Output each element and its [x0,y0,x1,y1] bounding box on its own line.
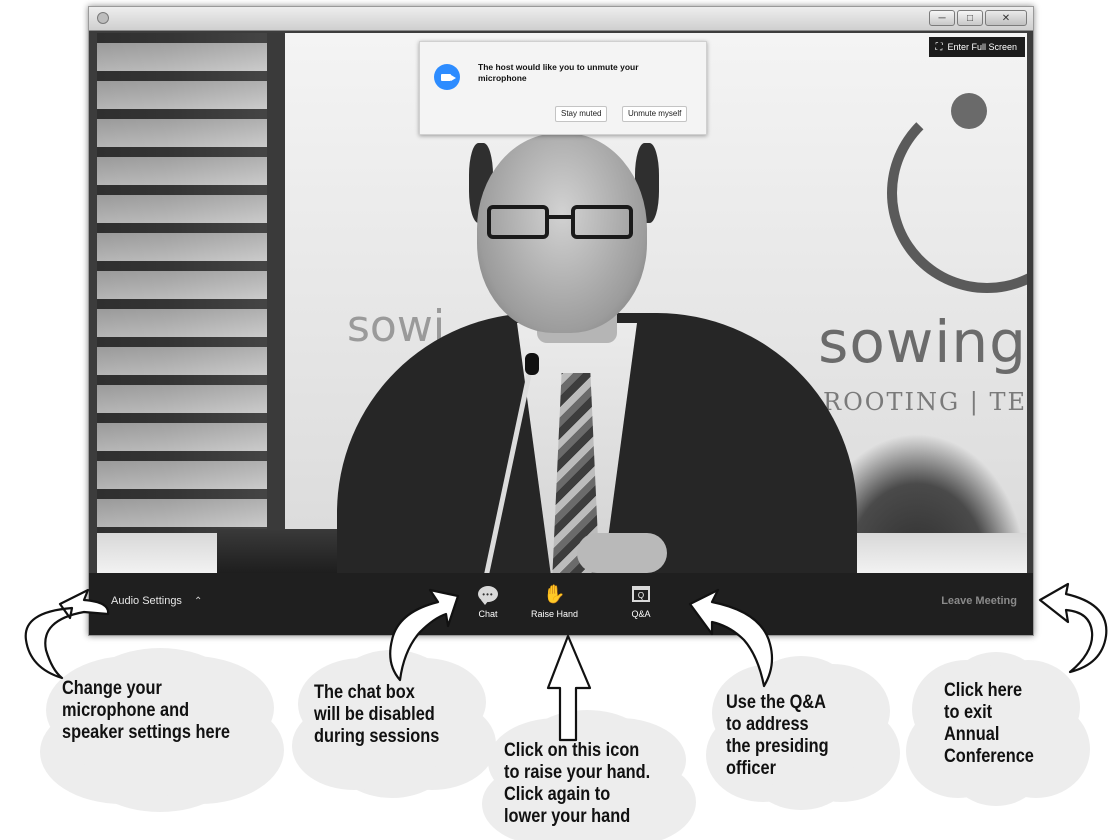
chevron-up-icon[interactable]: ⌃ [194,596,202,607]
window-controls: ─ □ ✕ [929,10,1027,26]
annotation-raise-hand-line: to raise your hand. [504,762,651,783]
annotation-chat-line: will be disabled [314,704,435,725]
annotation-raise-hand-line: lower your hand [504,806,631,827]
annotation-leave-line: to exit [944,702,993,723]
zoom-meeting-window: ─ □ ✕ sowi sowing ROOTING | TE The host … [88,6,1034,636]
chat-bubble-icon: ••• [478,586,498,605]
glasses-bridge [549,215,571,219]
raise-hand-label: Raise Hand [531,609,579,619]
annotation-qa-line: Use the Q&A [726,692,826,713]
chat-button[interactable]: ••• Chat [476,583,500,619]
hands [577,533,667,573]
annotation-audio-line: Change your [62,678,162,699]
lens-left [487,205,549,239]
zoom-camera-icon [434,64,460,90]
maximize-icon[interactable]: □ [957,10,983,26]
arrow-leave [1038,582,1108,674]
annotation-qa: Use the Q&A to address the presiding off… [726,692,829,780]
annotation-qa-line: the presiding [726,736,829,757]
minimize-icon[interactable]: ─ [929,10,955,26]
qa-icon: Q [632,586,650,602]
annotation-raise-hand: Click on this icon to raise your hand. C… [504,740,650,828]
annotation-audio: Change your microphone and speaker setti… [62,678,230,744]
annotation-chat-line: during sessions [314,726,440,747]
title-bar: ─ □ ✕ [89,7,1033,31]
audio-settings-label: Audio Settings [111,595,182,607]
annotation-leave-line: Conference [944,746,1034,767]
app-icon [97,12,109,24]
unmute-myself-button[interactable]: Unmute myself [622,106,688,122]
eyeglasses [487,205,637,239]
qa-button[interactable]: Q Q&A [629,583,653,619]
annotation-leave-line: Click here [944,680,1023,701]
annotation-leave-line: Annual [944,724,1000,745]
annotation-audio-line: microphone and [62,700,190,721]
annotation-qa-line: officer [726,758,776,779]
leave-meeting-button[interactable]: Leave Meeting [941,595,1017,607]
annotation-leave: Click here to exit Annual Conference [944,680,1034,768]
annotation-chat-line: The chat box [314,682,415,703]
raised-hand-icon: ✋ [543,584,566,604]
annotation-raise-hand-line: Click on this icon [504,740,640,761]
annotation-qa-line: to address [726,714,809,735]
lens-right [571,205,633,239]
meeting-toolbar: Audio Settings ⌃ ••• Chat ✋ Raise Hand Q… [89,573,1033,635]
expand-icon: ⛶ [935,41,943,53]
annotation-audio-line: speaker settings here [62,722,231,743]
enter-full-screen-label: Enter Full Screen [947,42,1017,52]
close-icon[interactable]: ✕ [985,10,1027,26]
annotation-chat: The chat box will be disabled during ses… [314,682,439,748]
arrow-raise-hand [546,634,592,742]
annotation-raise-hand-line: Click again to [504,784,611,805]
unmute-request-dialog: The host would like you to unmute your m… [419,41,707,135]
microphone [525,353,539,375]
audio-settings-button[interactable]: Audio Settings ⌃ [111,595,202,607]
unmute-request-message: The host would like you to unmute your m… [478,62,639,83]
raise-hand-button[interactable]: ✋ Raise Hand [531,583,578,619]
qa-label: Q&A [631,609,651,619]
chat-label: Chat [478,609,498,619]
enter-full-screen-button[interactable]: ⛶ Enter Full Screen [929,37,1025,57]
stay-muted-button[interactable]: Stay muted [555,106,608,122]
